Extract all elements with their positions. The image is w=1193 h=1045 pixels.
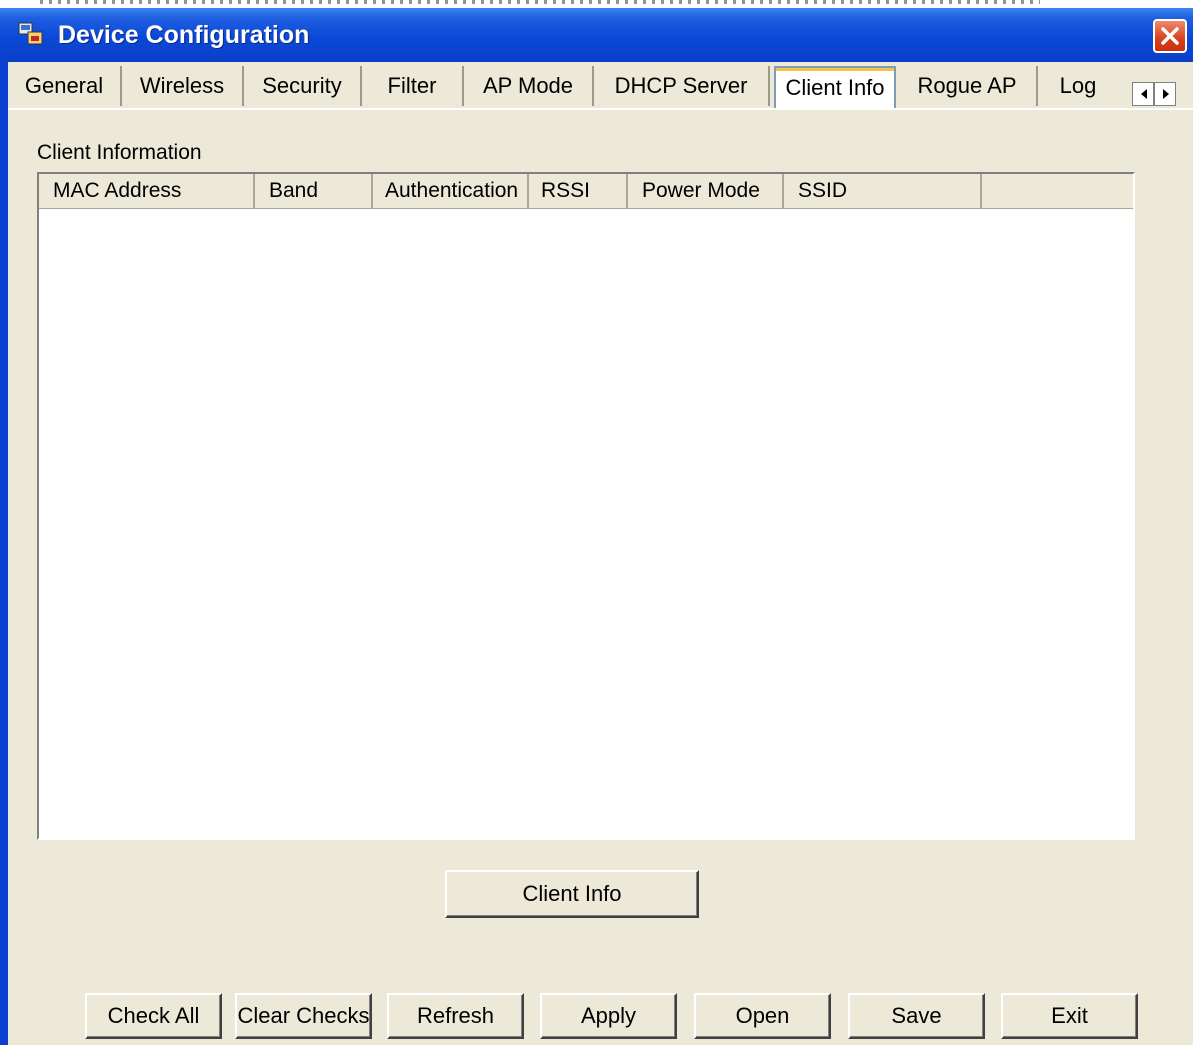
tab-dhcp-server[interactable]: DHCP Server	[594, 66, 770, 106]
title-bar[interactable]: Device Configuration	[0, 8, 1193, 62]
tab-filter[interactable]: Filter	[362, 66, 464, 106]
tab-label: Security	[262, 73, 342, 98]
apply-button[interactable]: Apply	[540, 993, 677, 1039]
column-header-ssid[interactable]: SSID	[784, 174, 982, 208]
tab-client-info[interactable]: Client Info	[774, 66, 896, 108]
arrow-right-icon	[1163, 89, 1169, 99]
close-icon	[1161, 27, 1179, 45]
tab-label: Filter	[387, 73, 437, 98]
background-window-strip	[0, 0, 1193, 8]
tab-label: General	[24, 73, 104, 98]
tab-log[interactable]: Log	[1038, 66, 1118, 106]
section-label-client-information: Client Information	[37, 141, 202, 164]
tab-label: DHCP Server	[614, 73, 748, 98]
exit-button[interactable]: Exit	[1001, 993, 1138, 1039]
column-header-blank[interactable]	[982, 174, 1133, 208]
tab-rogue-ap[interactable]: Rogue AP	[898, 66, 1038, 106]
column-header-authentication[interactable]: Authentication	[373, 174, 529, 208]
open-button[interactable]: Open	[694, 993, 831, 1039]
arrow-left-icon	[1141, 89, 1147, 99]
tab-label: Client Info	[785, 75, 885, 100]
tab-label: Wireless	[139, 73, 225, 98]
tab-strip: General Wireless Security Filter AP Mode…	[8, 62, 1193, 110]
close-button[interactable]	[1153, 19, 1187, 53]
client-list-view[interactable]: MAC Address Band Authentication RSSI Pow…	[37, 172, 1135, 840]
tab-security[interactable]: Security	[244, 66, 362, 106]
tab-label: Log	[1059, 73, 1097, 98]
client-info-button[interactable]: Client Info	[445, 870, 699, 918]
check-all-button[interactable]: Check All	[85, 993, 222, 1039]
tab-ap-mode[interactable]: AP Mode	[464, 66, 594, 106]
refresh-button[interactable]: Refresh	[387, 993, 524, 1039]
column-header-mac-address[interactable]: MAC Address	[39, 174, 255, 208]
tab-general[interactable]: General	[8, 66, 122, 106]
clear-checks-button[interactable]: Clear Checks	[235, 993, 372, 1039]
column-header-power-mode[interactable]: Power Mode	[628, 174, 784, 208]
column-header-band[interactable]: Band	[255, 174, 373, 208]
list-header: MAC Address Band Authentication RSSI Pow…	[39, 174, 1133, 209]
device-config-icon	[18, 22, 44, 46]
device-configuration-window: Device Configuration General Wireless Se…	[0, 8, 1193, 1045]
save-button[interactable]: Save	[848, 993, 985, 1039]
tab-label: AP Mode	[482, 73, 574, 98]
tab-panel-border	[8, 108, 1193, 110]
tab-scroll-left-button[interactable]	[1132, 82, 1154, 106]
tab-scroll-right-button[interactable]	[1154, 82, 1176, 106]
tab-label: Rogue AP	[917, 73, 1017, 98]
tab-wireless[interactable]: Wireless	[122, 66, 244, 106]
window-title: Device Configuration	[58, 21, 310, 49]
column-header-rssi[interactable]: RSSI	[529, 174, 628, 208]
